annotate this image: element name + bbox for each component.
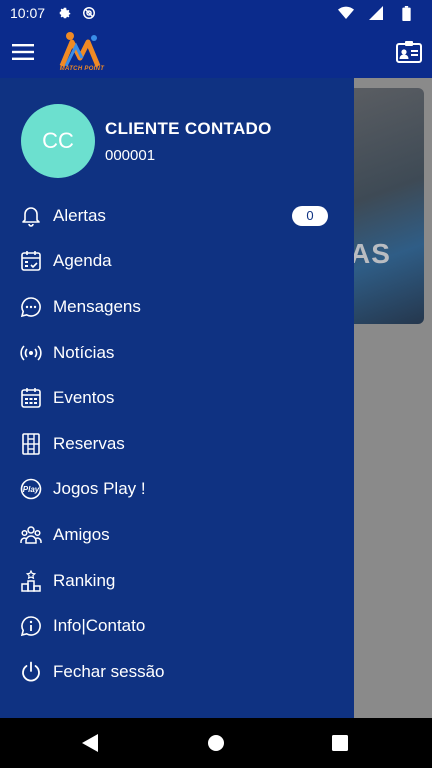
battery-icon <box>398 5 414 21</box>
menu-item-label: Mensagens <box>53 296 141 316</box>
wifi-icon <box>338 5 354 21</box>
navigation-drawer: CC CLIENTE CONTADO 000001 Alertas 0 Agen… <box>0 78 354 718</box>
menu-item-jogos-play[interactable]: Play Jogos Play ! <box>0 467 354 513</box>
menu-item-agenda[interactable]: Agenda <box>0 239 354 285</box>
hamburger-menu-icon[interactable] <box>0 26 46 78</box>
alerts-count-badge: 0 <box>292 205 328 226</box>
chat-bubble-icon <box>20 296 42 318</box>
menu-item-amigos[interactable]: Amigos <box>0 512 354 558</box>
menu-item-label: Agenda <box>53 251 112 271</box>
play-badge-icon: Play <box>20 478 42 500</box>
menu-item-mensagens[interactable]: Mensagens <box>0 284 354 330</box>
menu-item-alertas[interactable]: Alertas 0 <box>0 193 354 239</box>
app-bar: MATCH POINT <box>0 26 432 78</box>
menu-item-label: Eventos <box>53 388 115 408</box>
home-circle-icon[interactable] <box>204 731 228 755</box>
profile-code: 000001 <box>105 146 156 164</box>
profile-header: CC CLIENTE CONTADO 000001 <box>21 104 272 178</box>
power-icon <box>20 661 42 683</box>
signal-icon <box>368 5 384 21</box>
status-time: 10:07 <box>10 5 46 21</box>
group-icon <box>20 524 42 546</box>
court-icon <box>20 432 42 455</box>
avatar: CC <box>21 104 95 178</box>
match-point-logo: MATCH POINT <box>52 28 112 76</box>
broadcast-icon <box>20 342 42 364</box>
menu-item-label: Alertas <box>53 205 106 225</box>
menu-item-label: Ranking <box>53 570 116 590</box>
menu-item-label: Reservas <box>53 433 125 453</box>
contact-card-icon[interactable] <box>386 26 432 78</box>
menu-item-label: Amigos <box>53 524 110 544</box>
calendar-grid-icon <box>20 387 42 409</box>
back-triangle-icon[interactable] <box>78 731 102 755</box>
info-icon <box>20 615 42 637</box>
menu-item-label: Jogos Play ! <box>53 479 146 499</box>
menu-item-fechar-sessao[interactable]: Fechar sessão <box>0 649 354 695</box>
background-card-text: AS <box>350 238 391 269</box>
svg-text:Play: Play <box>23 485 40 494</box>
bell-icon <box>20 205 42 227</box>
drawer-menu: Alertas 0 Agenda Mensagens Notícias Even… <box>0 193 354 695</box>
menu-item-eventos[interactable]: Eventos <box>0 375 354 421</box>
podium-icon <box>20 569 42 592</box>
menu-item-label: Fechar sessão <box>53 661 165 681</box>
calendar-check-icon <box>20 250 42 272</box>
menu-item-label: Notícias <box>53 342 115 362</box>
menu-item-label: Info|Contato <box>53 616 146 636</box>
recents-square-icon[interactable] <box>328 731 352 755</box>
at-sign-icon <box>81 5 97 21</box>
profile-name: CLIENTE CONTADO <box>105 118 272 138</box>
menu-item-info-contato[interactable]: Info|Contato <box>0 603 354 649</box>
status-bar: 10:07 <box>0 0 432 26</box>
system-nav-bar <box>0 718 432 768</box>
menu-item-ranking[interactable]: Ranking <box>0 558 354 604</box>
menu-item-reservas[interactable]: Reservas <box>0 421 354 467</box>
gear-icon <box>57 5 73 21</box>
menu-item-noticias[interactable]: Notícias <box>0 330 354 376</box>
logo-text: MATCH POINT <box>59 66 105 72</box>
